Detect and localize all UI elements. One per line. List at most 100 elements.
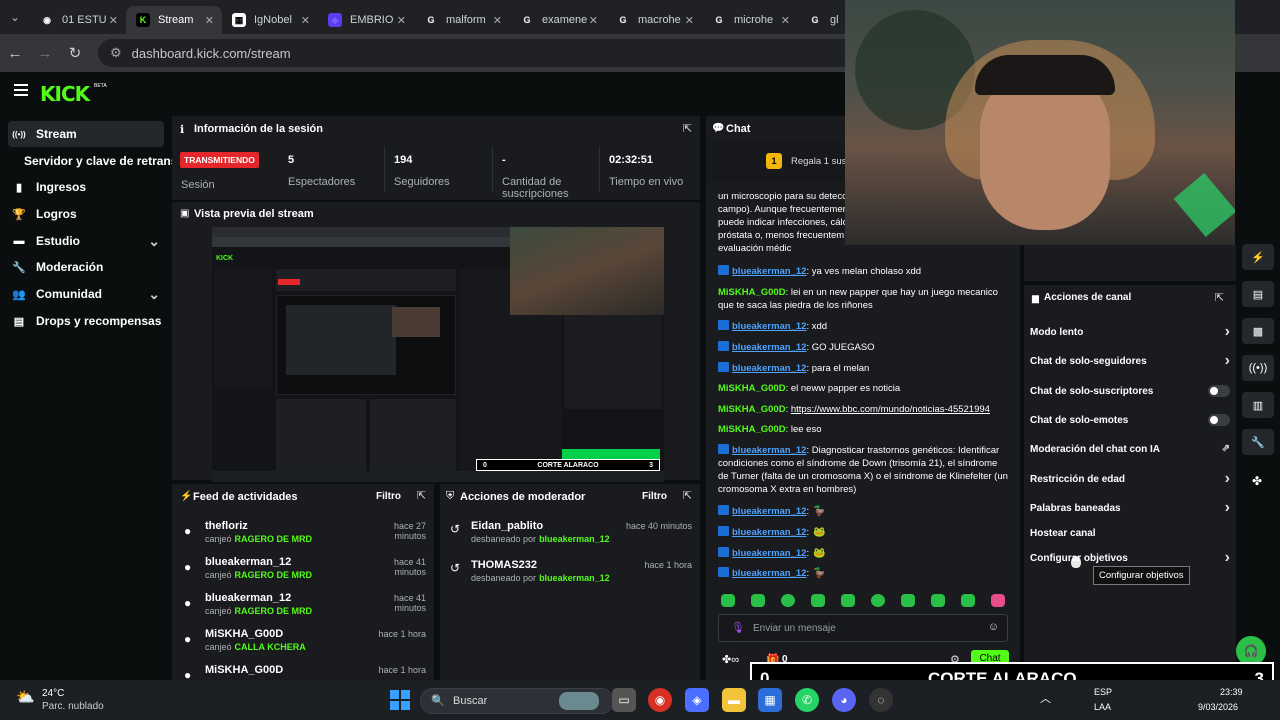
chat-username[interactable]: blueakerman_12 bbox=[732, 506, 806, 517]
sidebar-item-6[interactable]: 👥 Comunidad ⌄ bbox=[8, 281, 164, 307]
close-tab-icon[interactable]: ✕ bbox=[205, 14, 214, 27]
rail-apps-icon[interactable]: ✤ bbox=[1252, 474, 1262, 488]
channel-action-item[interactable]: Chat de solo-suscriptores bbox=[1030, 385, 1230, 400]
chevron-right-icon[interactable]: › bbox=[1225, 499, 1230, 517]
channel-action-item[interactable]: Restricción de edad › bbox=[1030, 470, 1230, 488]
mod-by-user[interactable]: blueakerman_12 bbox=[539, 573, 610, 583]
windows-start-icon[interactable] bbox=[390, 690, 410, 710]
external-link-icon[interactable]: ⇗ bbox=[1222, 443, 1230, 454]
rail-chat-icon[interactable]: ▩ bbox=[1242, 318, 1274, 344]
channel-popout-icon[interactable]: ⇱ bbox=[1215, 291, 1224, 304]
channel-action-item[interactable]: Chat de solo-seguidores › bbox=[1030, 352, 1230, 370]
chat-username[interactable]: blueakerman_12 bbox=[732, 266, 806, 277]
chat-username[interactable]: blueakerman_12 bbox=[732, 321, 806, 332]
url-field[interactable]: ⚙ dashboard.kick.com/stream bbox=[98, 39, 898, 67]
task-view-icon[interactable]: ▭ bbox=[612, 688, 636, 712]
emote-icon[interactable] bbox=[991, 594, 1005, 607]
emote-icon[interactable] bbox=[781, 594, 795, 607]
tab-0[interactable]: ◉ 01 ESTU ✕ bbox=[30, 6, 126, 34]
rail-layout-icon[interactable]: ▥ bbox=[1242, 392, 1274, 418]
weather-icon[interactable]: ⛅ bbox=[16, 688, 35, 706]
tab-6[interactable]: Gmacrohe ✕ bbox=[606, 6, 702, 34]
rail-lightning-icon[interactable]: ⚡ bbox=[1242, 244, 1274, 270]
obs-taskbar-icon[interactable]: ◌ bbox=[869, 688, 893, 712]
rail-wrench-icon[interactable]: 🔧 bbox=[1242, 429, 1274, 455]
popout-icon[interactable]: ⇱ bbox=[683, 122, 692, 135]
close-tab-icon[interactable]: ✕ bbox=[685, 14, 694, 27]
tab-search-chevron-icon[interactable]: ⌄ bbox=[0, 0, 30, 34]
chevron-down-icon[interactable]: ⌄ bbox=[148, 233, 160, 250]
rail-notes-icon[interactable]: ▤ bbox=[1242, 281, 1274, 307]
chat-link[interactable]: https://www.bbc.com/mundo/noticias-45521… bbox=[791, 404, 990, 415]
back-arrow-icon[interactable]: ← bbox=[0, 45, 30, 62]
tab-4[interactable]: Gmalform ✕ bbox=[414, 6, 510, 34]
feed-filter-button[interactable]: Filtro bbox=[376, 491, 401, 502]
toggle-switch[interactable] bbox=[1208, 414, 1230, 426]
emote-icon[interactable] bbox=[931, 594, 945, 607]
clock-time[interactable]: 23:39 bbox=[1220, 687, 1243, 697]
rail-broadcast-icon[interactable]: ((•)) bbox=[1242, 355, 1274, 381]
tray-chevron-icon[interactable]: ︿ bbox=[1040, 690, 1051, 706]
chat-input[interactable]: 🎙 Enviar un mensaje ☺ bbox=[718, 614, 1008, 642]
mod-popout-icon[interactable]: ⇱ bbox=[683, 489, 692, 502]
chat-username[interactable]: blueakerman_12 bbox=[732, 527, 806, 538]
menu-hamburger-icon[interactable] bbox=[14, 84, 28, 96]
whatsapp-taskbar-icon[interactable]: ✆ bbox=[795, 688, 819, 712]
chat-username[interactable]: MiSKHA_G00D bbox=[718, 424, 786, 435]
microphone-icon[interactable]: 🎙 bbox=[731, 621, 745, 634]
chevron-down-icon[interactable]: ⌄ bbox=[148, 286, 160, 303]
chevron-right-icon[interactable]: › bbox=[1225, 549, 1230, 567]
close-tab-icon[interactable]: ✕ bbox=[493, 14, 502, 27]
close-tab-icon[interactable]: ✕ bbox=[589, 14, 598, 27]
sidebar-item-4[interactable]: ▬ Estudio ⌄ bbox=[8, 228, 164, 254]
emote-icon[interactable] bbox=[871, 594, 885, 607]
kick-logo[interactable]: KICK bbox=[40, 82, 90, 106]
feed-user[interactable]: thefloriz bbox=[205, 520, 248, 532]
emote-icon[interactable] bbox=[811, 594, 825, 607]
chat-username[interactable]: MiSKHA_G00D bbox=[718, 383, 786, 394]
copilot-taskbar-icon[interactable]: ◈ bbox=[685, 688, 709, 712]
sidebar-item-1[interactable]: Servidor y clave de retransmisión bbox=[20, 148, 174, 174]
chat-username[interactable]: blueakerman_12 bbox=[732, 445, 806, 456]
sidebar-item-5[interactable]: 🔧 Moderación bbox=[8, 254, 164, 280]
chat-username[interactable]: blueakerman_12 bbox=[732, 568, 806, 579]
tab-7[interactable]: Gmicrohe ✕ bbox=[702, 6, 798, 34]
close-tab-icon[interactable]: ✕ bbox=[397, 14, 406, 27]
chat-username[interactable]: blueakerman_12 bbox=[732, 342, 806, 353]
tab-3[interactable]: ◆ EMBRIO ✕ bbox=[318, 6, 414, 34]
emote-icon[interactable] bbox=[751, 594, 765, 607]
close-tab-icon[interactable]: ✕ bbox=[781, 14, 790, 27]
chevron-right-icon[interactable]: › bbox=[1225, 323, 1230, 341]
discord-taskbar-icon[interactable]: ◕ bbox=[832, 688, 856, 712]
emoji-icon[interactable]: ☺ bbox=[988, 621, 999, 633]
feed-user[interactable]: MiSKHA_G00D bbox=[205, 664, 283, 676]
chat-username[interactable]: blueakerman_12 bbox=[732, 548, 806, 559]
close-tab-icon[interactable]: ✕ bbox=[109, 14, 118, 27]
tab-2[interactable]: ▦ IgNobel ✕ bbox=[222, 6, 318, 34]
stream-preview-video[interactable]: KICK 0 CORTE ALARACO 3 bbox=[212, 227, 664, 482]
chrome-taskbar-icon[interactable]: ◉ bbox=[648, 688, 672, 712]
sidebar-item-7[interactable]: ▤ Drops y recompensas bbox=[8, 308, 164, 334]
feed-user[interactable]: MiSKHA_G00D bbox=[205, 628, 283, 640]
feed-popout-icon[interactable]: ⇱ bbox=[417, 489, 426, 502]
mod-target-user[interactable]: Eidan_pablito bbox=[471, 520, 543, 532]
site-info-icon[interactable]: ⚙ bbox=[110, 45, 122, 61]
sidebar-item-0[interactable]: ((•)) Stream bbox=[8, 121, 164, 147]
feed-user[interactable]: blueakerman_12 bbox=[205, 556, 291, 568]
forward-arrow-icon[interactable]: → bbox=[30, 45, 60, 62]
store-taskbar-icon[interactable]: ▦ bbox=[758, 688, 782, 712]
chat-username[interactable]: MiSKHA_G00D bbox=[718, 404, 786, 415]
chat-username[interactable]: MiSKHA_G00D bbox=[718, 287, 786, 298]
toggle-switch[interactable] bbox=[1208, 385, 1230, 397]
reload-icon[interactable]: ↻ bbox=[60, 44, 90, 62]
tab-5[interactable]: Gexamene ✕ bbox=[510, 6, 606, 34]
channel-action-item[interactable]: Hostear canal bbox=[1030, 528, 1230, 542]
lang-top[interactable]: ESP bbox=[1094, 687, 1112, 697]
tab-1[interactable]: K Stream ✕ bbox=[126, 6, 222, 34]
channel-action-item[interactable]: Chat de solo-emotes bbox=[1030, 414, 1230, 429]
lang-bottom[interactable]: LAA bbox=[1094, 702, 1111, 712]
points-icon[interactable]: ✤∞ bbox=[722, 653, 739, 666]
clock-date[interactable]: 9/03/2026 bbox=[1198, 702, 1238, 712]
mod-filter-button[interactable]: Filtro bbox=[642, 491, 667, 502]
chevron-right-icon[interactable]: › bbox=[1225, 470, 1230, 488]
